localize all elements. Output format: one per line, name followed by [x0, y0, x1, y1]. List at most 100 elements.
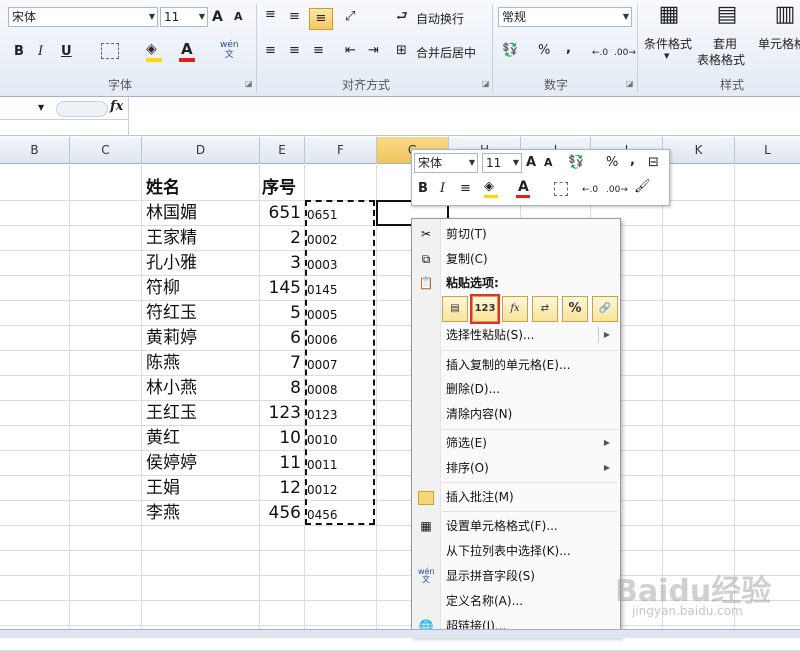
increase-indent-icon[interactable]: ⇥	[368, 42, 379, 60]
column-header-k[interactable]: K	[663, 137, 735, 163]
fill-color-icon[interactable]: ◈	[146, 40, 157, 58]
column-header-f[interactable]: F	[305, 137, 377, 163]
header-num-cell[interactable]: 序号	[262, 176, 296, 201]
number-cell[interactable]: 651	[259, 201, 301, 226]
number-cell[interactable]: 7	[259, 351, 301, 376]
column-header-c[interactable]: C	[70, 137, 142, 163]
mini-italic-button[interactable]: I	[440, 180, 445, 198]
column-header-l[interactable]: L	[735, 137, 800, 163]
paste-option-transpose[interactable]: ⇄	[532, 296, 558, 322]
format-painter-icon[interactable]: 🖌	[634, 178, 651, 196]
align-left-icon[interactable]: ≡	[265, 42, 276, 60]
percent-button[interactable]: %	[538, 42, 550, 60]
dialog-launcher-icon[interactable]: ◪	[626, 79, 634, 88]
menu-item-copy[interactable]: ⧉ 复制(C)	[412, 247, 620, 271]
number-cell[interactable]: 8	[259, 376, 301, 401]
number-cell[interactable]: 456	[259, 501, 301, 526]
name-cell[interactable]: 王家精	[146, 226, 197, 251]
mini-accounting-icon[interactable]: 💱	[568, 154, 584, 172]
cell-styles-button[interactable]: 单元格格	[758, 35, 800, 52]
insert-function-button[interactable]: fx	[110, 99, 123, 114]
font-size-combo[interactable]: 11 ▼	[160, 7, 208, 27]
comma-button[interactable]: ,	[566, 40, 571, 58]
number-format-combo[interactable]: 常规 ▼	[498, 7, 632, 27]
splitter-handle[interactable]	[56, 101, 108, 117]
number-cell[interactable]: 145	[259, 276, 301, 301]
menu-item-filter[interactable]: 筛选(E) ▶	[412, 431, 620, 455]
column-header-b[interactable]: B	[0, 137, 70, 163]
align-bottom-icon[interactable]: ≡	[309, 8, 333, 30]
paste-option-link[interactable]: 🔗	[592, 296, 618, 322]
table-format-button[interactable]: 表格格式	[697, 51, 745, 68]
mini-font-color-button[interactable]: A	[518, 178, 529, 196]
paste-option-formulas[interactable]: fx	[502, 296, 528, 322]
mini-border-icon[interactable]	[554, 182, 568, 196]
name-cell[interactable]: 林国媚	[146, 201, 197, 226]
merge-center-icon[interactable]: ⊞	[396, 42, 407, 60]
name-cell[interactable]: 李燕	[146, 501, 180, 526]
name-cell[interactable]: 王娟	[146, 476, 180, 501]
menu-item-define-name[interactable]: 定义名称(A)...	[412, 589, 620, 613]
menu-item-sort[interactable]: 排序(O) ▶	[412, 456, 620, 480]
name-cell[interactable]: 林小燕	[146, 376, 197, 401]
mini-decrease-decimal-icon[interactable]: .00→	[606, 181, 628, 199]
align-middle-icon[interactable]: ≡	[289, 8, 300, 26]
number-cell[interactable]: 6	[259, 326, 301, 351]
name-cell[interactable]: 黄莉婷	[146, 326, 197, 351]
mini-shrink-font-icon[interactable]: A	[544, 154, 553, 172]
align-right-icon[interactable]: ≡	[313, 42, 324, 60]
font-name-combo[interactable]: 宋体 ▼	[8, 7, 158, 27]
dialog-launcher-icon[interactable]: ◪	[482, 79, 490, 88]
name-cell[interactable]: 王红玉	[146, 401, 197, 426]
orientation-icon[interactable]: ⤢	[345, 8, 355, 26]
menu-item-cut[interactable]: ✂ 剪切(T)	[412, 222, 620, 246]
align-top-icon[interactable]: ≡	[265, 6, 276, 24]
mini-merge-icon[interactable]: ⊟	[648, 154, 659, 172]
font-color-button[interactable]: A	[181, 40, 193, 58]
name-cell[interactable]: 陈燕	[146, 351, 180, 376]
merge-center-button[interactable]: 合并后居中	[416, 44, 476, 61]
menu-item-pick-from-list[interactable]: 从下拉列表中选择(K)...	[412, 539, 620, 563]
mini-font-name-combo[interactable]: 宋体 ▼	[414, 153, 478, 173]
number-cell[interactable]: 3	[259, 251, 301, 276]
conditional-format-button[interactable]: 条件格式	[644, 35, 692, 52]
shrink-font-button[interactable]: A	[234, 8, 243, 26]
table-format-icon[interactable]: ▤	[712, 0, 742, 30]
formula-input[interactable]	[129, 97, 800, 135]
mini-percent-button[interactable]: %	[606, 154, 618, 172]
conditional-format-icon[interactable]: ▦	[654, 0, 684, 30]
number-cell[interactable]: 10	[259, 426, 301, 451]
wrap-text-button[interactable]: 自动换行	[416, 10, 464, 27]
name-cell[interactable]: 符柳	[146, 276, 180, 301]
paste-option-values[interactable]: 123	[470, 294, 500, 324]
align-center-icon[interactable]: ≡	[289, 42, 300, 60]
menu-item-format-cells[interactable]: ▦ 设置单元格格式(F)...	[412, 514, 620, 538]
italic-button[interactable]: I	[38, 43, 43, 61]
mini-align-center-icon[interactable]: ≡	[460, 180, 471, 198]
cell-styles-icon[interactable]: ▥	[772, 0, 798, 30]
name-cell[interactable]: 侯婷婷	[146, 451, 197, 476]
decrease-decimal-icon[interactable]: .00→	[614, 44, 636, 62]
column-header-d[interactable]: D	[142, 137, 260, 163]
bold-button[interactable]: B	[14, 43, 24, 61]
number-cell[interactable]: 11	[259, 451, 301, 476]
mini-comma-button[interactable]: ,	[630, 152, 635, 170]
dialog-launcher-icon[interactable]: ◪	[245, 79, 253, 88]
name-cell[interactable]: 符红玉	[146, 301, 197, 326]
border-button[interactable]	[101, 43, 119, 59]
mini-increase-decimal-icon[interactable]: ←.0	[582, 181, 598, 199]
increase-decimal-icon[interactable]: ←.0	[592, 44, 608, 62]
mini-bold-button[interactable]: B	[418, 180, 428, 198]
grow-font-button[interactable]: A	[212, 8, 223, 26]
decrease-indent-icon[interactable]: ⇤	[345, 42, 356, 60]
column-header-e[interactable]: E	[260, 137, 305, 163]
name-cell[interactable]: 孔小雅	[146, 251, 197, 276]
number-cell[interactable]: 2	[259, 226, 301, 251]
number-cell[interactable]: 123	[259, 401, 301, 426]
name-box[interactable]: ▼	[0, 101, 50, 119]
accounting-format-icon[interactable]: 💱	[502, 42, 518, 60]
mini-font-size-combo[interactable]: 11 ▼	[482, 153, 522, 173]
menu-item-insert-comment[interactable]: 插入批注(M)	[412, 485, 620, 509]
menu-item-paste-special[interactable]: 选择性粘贴(S)... ▶	[412, 323, 620, 347]
phonetic-icon[interactable]: wén 文	[220, 40, 239, 60]
